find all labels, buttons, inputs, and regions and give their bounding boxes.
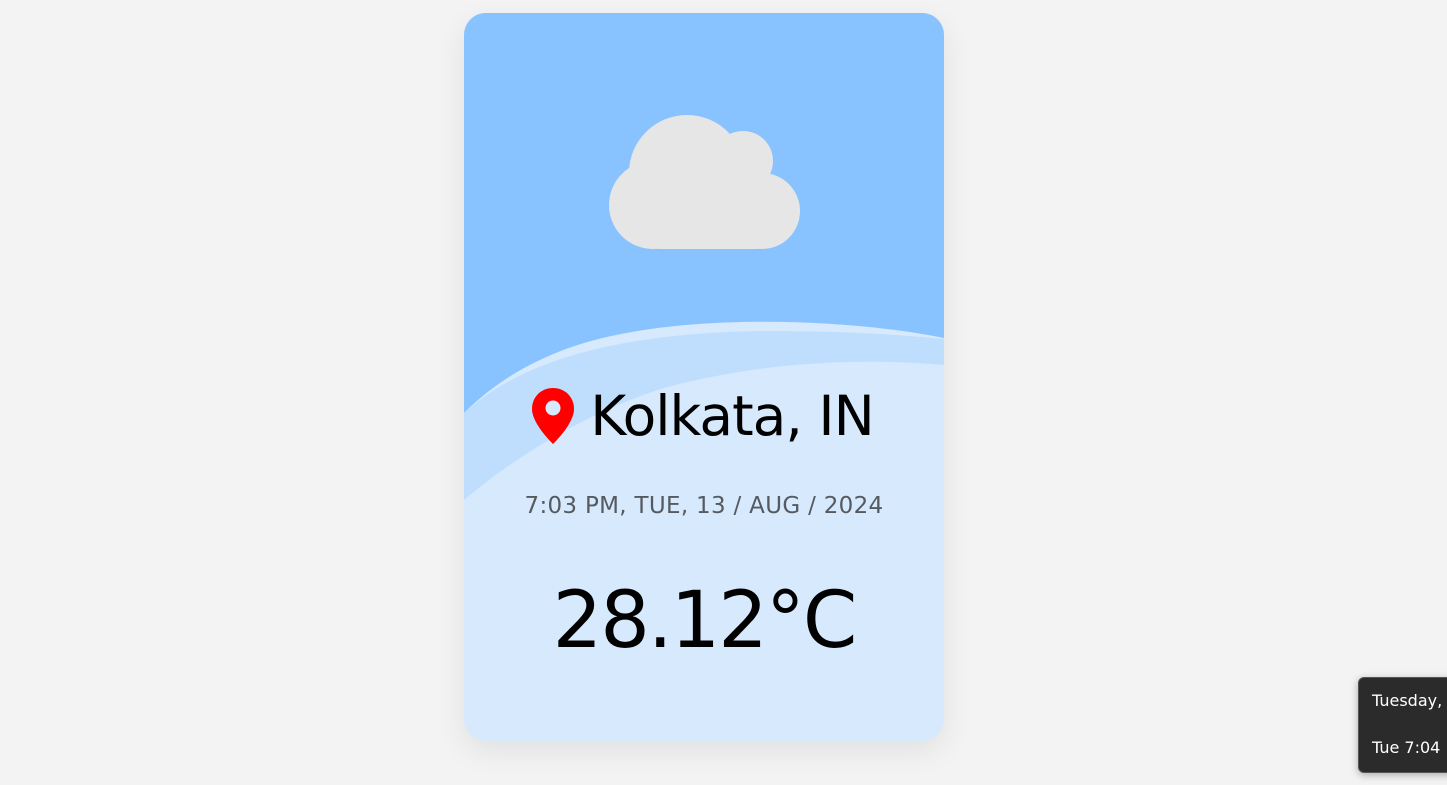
location-row: Kolkata, IN [464, 381, 944, 451]
date-time-text: 7:03 PM, TUE, 13 / AUG / 2024 [524, 493, 884, 519]
cloud-icon [609, 115, 800, 249]
weather-card: Kolkata, IN 7:03 PM, TUE, 13 / AUG / 202… [464, 13, 944, 741]
location-name: Kolkata, IN [590, 384, 874, 448]
map-pin-icon [532, 388, 575, 444]
clock-tooltip: Tuesday, Tue 7:04 [1358, 677, 1447, 773]
tooltip-date-text: Tuesday, [1372, 691, 1443, 710]
temperature-value: 28.12°C [552, 576, 858, 666]
tooltip-time-text: Tue 7:04 [1372, 738, 1441, 757]
